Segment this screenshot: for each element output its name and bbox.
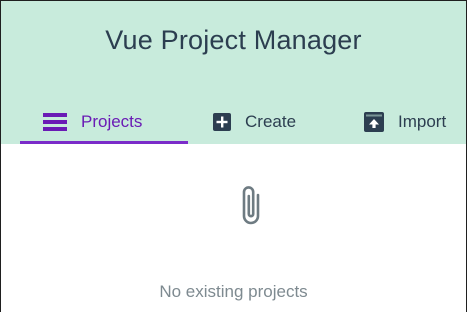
tab-bar: Projects Create Import: [1, 99, 466, 144]
archive-upload-icon: [364, 111, 384, 132]
list-icon: [43, 112, 67, 131]
app-window: Vue Project Manager Projects Create Impo…: [0, 0, 467, 312]
paperclip-icon: [238, 183, 264, 232]
tab-create-label: Create: [245, 111, 297, 131]
empty-message: No existing projects: [159, 282, 308, 301]
tab-import[interactable]: Import: [364, 99, 446, 144]
page-title: Vue Project Manager: [105, 25, 362, 55]
tab-import-label: Import: [398, 111, 447, 131]
tab-projects[interactable]: Projects: [43, 99, 142, 144]
plus-box-icon: [213, 112, 231, 131]
tab-create[interactable]: Create: [213, 99, 296, 144]
tab-projects-label: Projects: [81, 111, 143, 131]
